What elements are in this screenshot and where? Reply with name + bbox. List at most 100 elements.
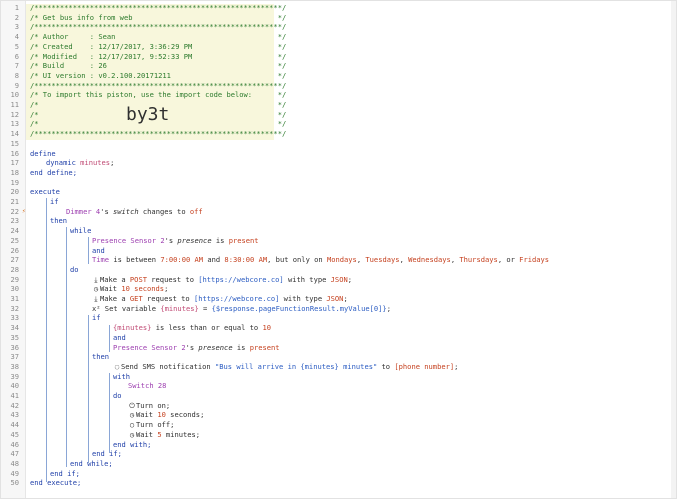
line-31[interactable]: ⤓ Make a GET request to [https://webcore.…: [92, 294, 347, 304]
power-icon: ⏻: [129, 400, 135, 410]
line-number: 14: [10, 129, 19, 139]
header-line-3: /***************************************…: [30, 22, 287, 32]
line-number: 39: [10, 371, 19, 381]
line-number: 30: [10, 284, 19, 294]
line-number: 35: [10, 332, 19, 342]
line-21: if: [50, 197, 59, 206]
line-number: 5: [14, 41, 19, 51]
header-line-6: /* Modified : 12/17/2017, 9:52:33 PM */: [30, 51, 287, 61]
line-number: 46: [10, 439, 19, 449]
line-37: then: [92, 352, 110, 362]
vertical-scrollbar[interactable]: [671, 1, 676, 498]
chat-icon: ◌: [114, 361, 120, 371]
line-number: 25: [10, 235, 19, 245]
while-block-guide: [66, 227, 67, 467]
line-number: 45: [10, 429, 19, 439]
line-26: and: [92, 245, 105, 255]
line-23: then: [50, 216, 68, 226]
line-38[interactable]: ◌ Send SMS notification "Bus will arrive …: [113, 361, 459, 372]
line-number: 10: [10, 90, 19, 100]
line-number: 13: [10, 119, 19, 129]
if-block-guide: [46, 198, 47, 482]
line-number: 17: [10, 158, 19, 168]
line-number: 41: [10, 391, 19, 400]
line-number: 9: [14, 80, 19, 90]
line-number: 47: [10, 449, 19, 459]
line-18: end define;: [30, 167, 77, 177]
line-27[interactable]: Time is between 7:00:00 AM and 8:30:00 A…: [92, 255, 549, 265]
line-number: 3: [14, 22, 19, 32]
line-number: 40: [10, 381, 19, 391]
line-number: 24: [10, 226, 19, 236]
line-39: with: [113, 371, 131, 381]
line-41: do: [113, 391, 122, 400]
line-42[interactable]: ⏻Turn on;: [128, 401, 170, 411]
line-33: if: [92, 313, 101, 323]
download-icon: ⤓: [94, 294, 98, 303]
import-code[interactable]: by3t: [126, 104, 169, 126]
line-32[interactable]: x² Set variable {minutes} = {$response.p…: [92, 304, 391, 314]
with-block-guide: [109, 373, 110, 453]
line-35: and: [113, 332, 126, 342]
line-number: 32: [10, 303, 19, 313]
line-number: 36: [10, 342, 19, 352]
line-16: define: [30, 148, 56, 158]
line-34[interactable]: {minutes} is less than or equal to 10: [113, 323, 271, 333]
header-line-10: /* To import this piston, use the import…: [30, 90, 287, 100]
line-45[interactable]: ◷ Wait 5 minutes;: [128, 430, 200, 440]
line-number: 19: [10, 177, 19, 187]
line-49: end if;: [50, 468, 80, 478]
line-number: 43: [10, 410, 19, 420]
line-36[interactable]: Presence Sensor 2's presence is present: [113, 343, 280, 353]
clock-icon: ◷: [129, 429, 135, 439]
line-number: 21: [10, 197, 19, 206]
line-number: 26: [10, 245, 19, 255]
clock-icon: ◷: [129, 410, 135, 420]
line-50: end execute;: [30, 478, 82, 488]
header-line-4: /* Author : Sean */: [30, 32, 287, 42]
line-number: 48: [10, 458, 19, 468]
line-30[interactable]: ◷ Wait 10 seconds;: [92, 284, 169, 294]
line-28: do: [70, 264, 79, 274]
line-number: 7: [14, 61, 19, 71]
line-number: 16: [10, 148, 19, 158]
line-22[interactable]: Dimmer 4's switch changes to off: [66, 207, 203, 217]
line-number: 18: [10, 167, 19, 177]
line-number: 15: [10, 138, 19, 148]
line-number: 20: [10, 187, 19, 197]
line-number: 1: [14, 3, 19, 12]
header-line-2: /* Get bus info from web */: [30, 12, 287, 22]
line-17: dynamic minutes;: [46, 158, 115, 168]
header-line-1: /***************************************…: [30, 3, 287, 12]
line-24: while: [70, 226, 92, 236]
power-off-icon: ○: [129, 420, 135, 430]
line-47: end if;: [92, 449, 122, 459]
line-number: 31: [10, 294, 19, 303]
line-number: 29: [10, 274, 19, 284]
line-46: end with;: [113, 439, 152, 449]
line-number: 22: [10, 206, 19, 216]
line-25[interactable]: Presence Sensor 2's presence is present: [92, 236, 259, 246]
line-number: 28: [10, 264, 19, 274]
line-number: 50: [10, 478, 19, 488]
line-43[interactable]: ◷ Wait 10 seconds;: [128, 410, 204, 420]
header-line-7: /* Build : 26 */: [30, 61, 287, 71]
line-44[interactable]: ○ Turn off;: [128, 420, 175, 430]
line-40[interactable]: Switch 28: [128, 381, 166, 391]
line-48: end while;: [70, 458, 113, 468]
line-number: 42: [10, 400, 19, 410]
while-condition-guide: [88, 237, 89, 264]
line-number: 34: [10, 323, 19, 333]
line-number: 37: [10, 352, 19, 362]
line-number: 4: [14, 32, 19, 42]
line-number: 2: [14, 12, 19, 22]
line-number: 44: [10, 420, 19, 430]
header-line-8: /* UI version : v0.2.100.20171211 */: [30, 70, 287, 80]
line-20: execute: [30, 187, 60, 197]
line-29[interactable]: ⤓ Make a POST request to [https://webcore…: [92, 275, 352, 285]
line-number: 6: [14, 51, 19, 61]
line-number: 8: [14, 70, 19, 80]
line-number: 38: [10, 361, 19, 371]
line-number: 12: [10, 109, 19, 119]
download-icon: ⤓: [94, 274, 98, 284]
